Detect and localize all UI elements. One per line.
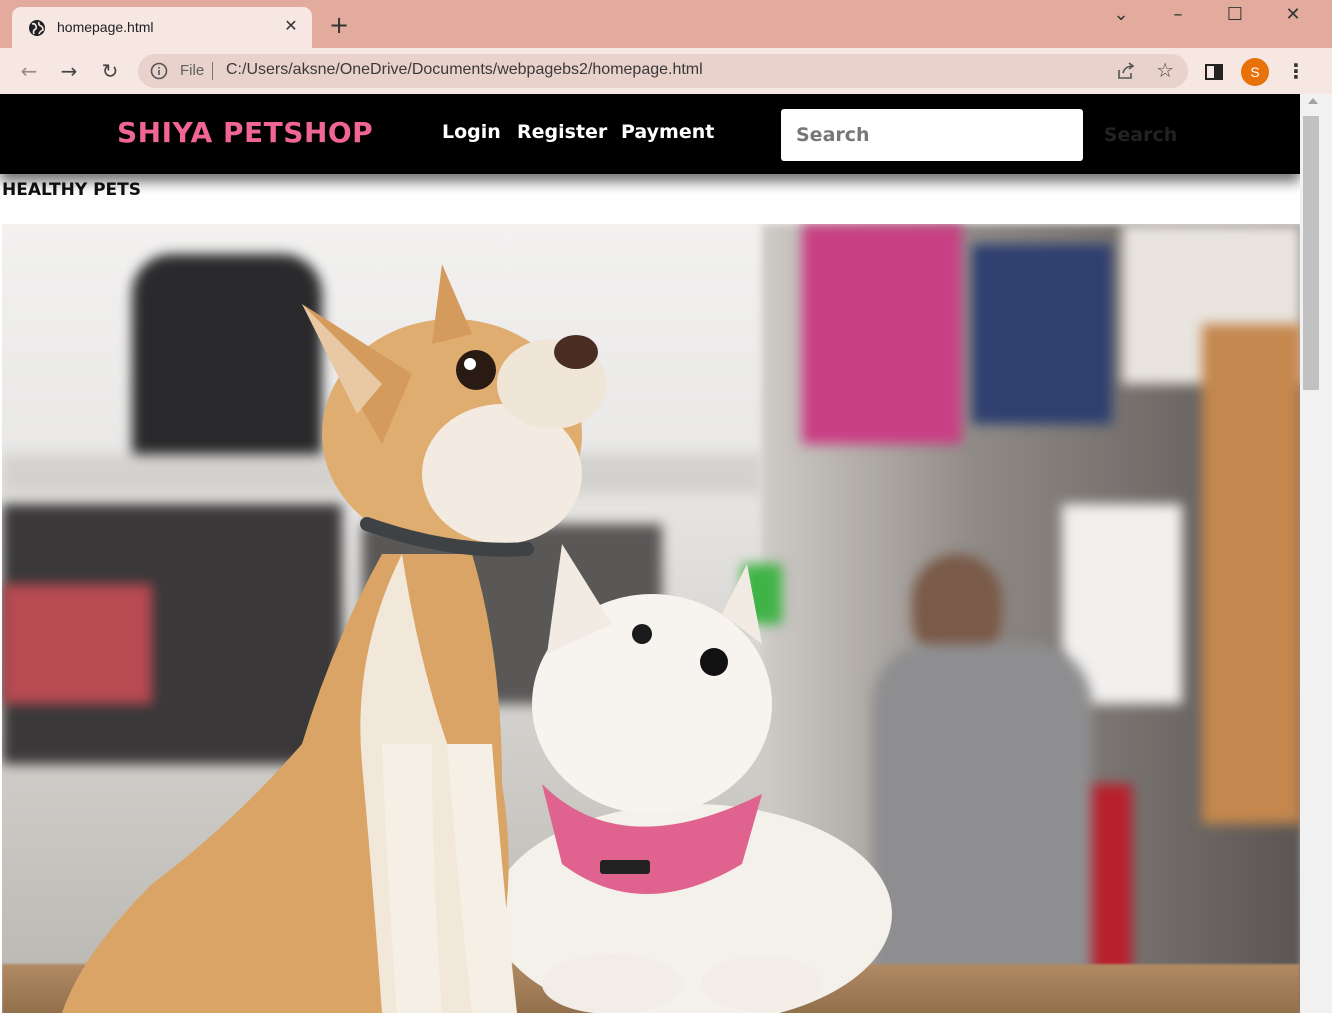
info-icon[interactable] (150, 62, 168, 80)
forward-icon[interactable]: → (56, 58, 82, 84)
browser-tab[interactable]: homepage.html ✕ (12, 7, 312, 48)
browser-tab-bar: homepage.html ✕ + ⌄ – ☐ ✕ (0, 0, 1332, 48)
profile-avatar[interactable]: S (1241, 58, 1269, 86)
site-brand[interactable]: SHIYA PETSHOP (117, 116, 373, 149)
new-tab-button[interactable]: + (328, 13, 350, 37)
close-icon[interactable]: ✕ (282, 17, 300, 35)
globe-icon (29, 20, 45, 36)
reload-icon[interactable]: ↻ (97, 58, 123, 84)
search-button[interactable]: Search (1098, 109, 1183, 161)
hero-image (2, 224, 1300, 1013)
page-scrollbar[interactable] (1300, 94, 1332, 1013)
nav-register-link[interactable]: Register (517, 121, 607, 143)
address-bar[interactable]: File C:/Users/aksne/OneDrive/Documents/w… (138, 54, 1188, 88)
back-icon[interactable]: ← (16, 58, 42, 84)
side-panel-icon[interactable] (1205, 64, 1223, 80)
minimize-icon[interactable]: – (1163, 4, 1193, 26)
page-tagline: HEALTHY PETS (2, 180, 141, 200)
page-viewport: SHIYA PETSHOP Login Register Payment Sea… (0, 94, 1300, 1013)
scrollbar-thumb[interactable] (1303, 116, 1319, 390)
url-divider (212, 62, 213, 80)
browser-toolbar: ← → ↻ File C:/Users/aksne/OneDrive/Docum… (0, 48, 1332, 94)
search-input[interactable] (781, 109, 1083, 161)
more-menu-icon[interactable]: ⋮ (1286, 58, 1306, 86)
bookmark-star-icon[interactable]: ☆ (1156, 59, 1174, 81)
tab-search-icon[interactable]: ⌄ (1106, 4, 1136, 26)
scroll-up-arrow-icon[interactable] (1308, 98, 1318, 104)
site-navbar: SHIYA PETSHOP Login Register Payment Sea… (0, 94, 1300, 174)
share-icon[interactable] (1116, 62, 1136, 80)
pets-illustration (62, 264, 892, 1013)
tab-title: homepage.html (57, 19, 154, 35)
window-close-icon[interactable]: ✕ (1278, 4, 1308, 26)
maximize-icon[interactable]: ☐ (1220, 4, 1250, 26)
nav-login-link[interactable]: Login (442, 121, 501, 143)
url-text[interactable]: C:/Users/aksne/OneDrive/Documents/webpag… (226, 61, 703, 79)
nav-payment-link[interactable]: Payment (621, 121, 714, 143)
url-scheme: File (180, 62, 205, 79)
